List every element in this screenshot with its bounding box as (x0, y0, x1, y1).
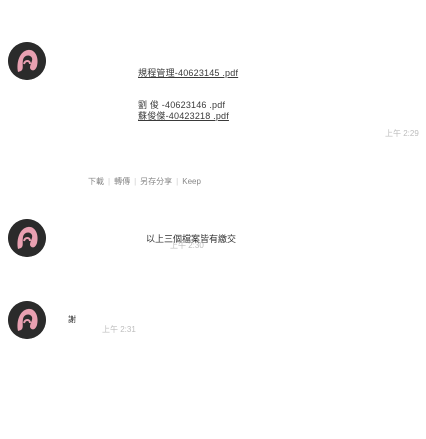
save-share-action[interactable]: 另存分享 (140, 177, 172, 186)
keep-action[interactable]: Keep (182, 177, 201, 186)
message-actions: 下載 | 轉傳 | 另存分享 | Keep (88, 176, 201, 187)
sender-avatar-2[interactable] (8, 219, 46, 257)
message-time-3: 上午 2:31 (102, 325, 136, 334)
message-time-2: 上午 2:30 (170, 241, 204, 250)
message-bubble-3[interactable]: 謝 (64, 312, 80, 327)
sender-avatar-3[interactable] (8, 301, 46, 339)
file-link-1[interactable]: 規程管理-40623145 .pdf (138, 66, 238, 79)
file-link-3[interactable]: 蘇俊傑-40423218 .pdf (138, 109, 229, 122)
download-action[interactable]: 下載 (88, 177, 104, 186)
message-time-1: 上午 2:29 (385, 129, 419, 138)
sender-avatar-1[interactable] (8, 42, 46, 80)
person-avatar-icon (8, 219, 46, 257)
person-avatar-icon (8, 301, 46, 339)
person-avatar-icon (8, 42, 46, 80)
action-divider: | (134, 177, 137, 186)
forward-action[interactable]: 轉傳 (114, 177, 130, 186)
action-divider: | (108, 177, 111, 186)
action-divider: | (176, 177, 179, 186)
message-text-3: 謝 (68, 315, 76, 324)
message-bubble-2[interactable]: 以上三個檔案皆有繳交 (56, 226, 236, 251)
